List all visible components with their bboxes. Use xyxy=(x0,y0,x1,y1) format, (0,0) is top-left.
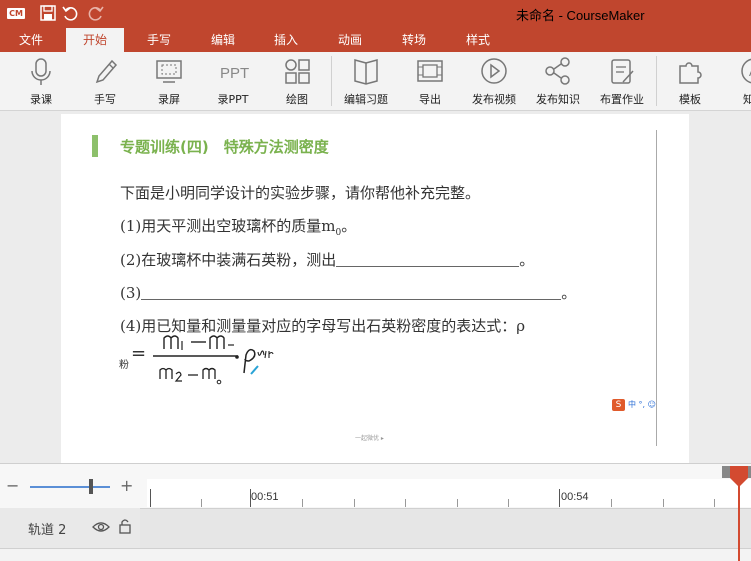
tab-handwrite[interactable]: 手写 xyxy=(133,28,185,52)
assign-homework-button[interactable]: 布置作业 xyxy=(594,52,650,111)
save-icon[interactable] xyxy=(39,4,59,24)
play-circle-icon xyxy=(481,58,507,84)
tab-insert[interactable]: 插入 xyxy=(260,28,312,52)
ruler-tick xyxy=(611,499,612,507)
draw-label: 绘图 xyxy=(286,93,308,106)
record-lesson-button[interactable]: 录课 xyxy=(13,52,69,111)
step-2-end: 。 xyxy=(519,251,535,269)
homework-icon xyxy=(611,59,634,84)
step-3-text: (3) xyxy=(120,284,142,302)
ruler-tick xyxy=(508,499,509,507)
playhead-line xyxy=(738,478,740,561)
time-label: 00:51 xyxy=(251,491,279,503)
menu-bar: 文件 开始 手写 编辑 插入 动画 转场 样式 xyxy=(0,28,751,52)
ruler-tick xyxy=(302,499,303,507)
template-button[interactable]: 模板 xyxy=(662,52,718,111)
redo-icon[interactable] xyxy=(85,4,105,24)
puzzle-icon xyxy=(679,62,702,84)
record-ppt-label: 录PPT xyxy=(217,93,249,106)
app-logo: CM xyxy=(7,8,25,19)
undo-icon[interactable] xyxy=(61,4,81,24)
step-3-end: 。 xyxy=(561,284,577,302)
track-name: 轨道 2 xyxy=(28,523,67,538)
zoom-in-button[interactable]: + xyxy=(120,476,133,495)
time-ruler[interactable] xyxy=(147,479,751,507)
knowledge-label: 知识 xyxy=(743,93,751,106)
shapes-icon xyxy=(285,59,310,84)
step-1: (1)用天平测出空玻璃杯的质量m0。 xyxy=(120,215,356,238)
step-2: (2)在玻璃杯中装满石英粉，测出 。 xyxy=(120,249,534,270)
ruler-tick xyxy=(405,499,406,507)
sogou-icon: S xyxy=(612,399,625,411)
svg-text:PPT: PPT xyxy=(220,65,249,82)
step-3-blank xyxy=(141,285,562,300)
tab-animation[interactable]: 动画 xyxy=(324,28,376,52)
equals-sign: = xyxy=(131,343,147,364)
record-lesson-label: 录课 xyxy=(30,93,52,106)
export-button[interactable]: 导出 xyxy=(402,52,458,111)
book-icon xyxy=(354,59,378,85)
tab-file[interactable]: 文件 xyxy=(5,28,57,52)
tab-transition[interactable]: 转场 xyxy=(388,28,440,52)
ime-status: 中 °, ☺ xyxy=(628,400,656,409)
slide-intro: 下面是小明同学设计的实验步骤，请你帮他补充完整。 xyxy=(120,184,481,202)
ruler-tick xyxy=(457,499,458,507)
microphone-icon xyxy=(31,58,51,85)
time-label: 00:54 xyxy=(561,491,589,503)
ruler-tick xyxy=(663,499,664,507)
ruler-tick xyxy=(559,489,560,507)
zoom-slider-track[interactable] xyxy=(30,486,110,488)
export-film-icon xyxy=(417,60,443,82)
record-screen-label: 录屏 xyxy=(158,93,180,106)
knowledge-icon: A xyxy=(741,58,751,84)
handwritten-formula xyxy=(153,335,274,385)
track-lane-next xyxy=(0,548,751,561)
export-label: 导出 xyxy=(419,93,441,106)
ime-indicator[interactable]: S 中 °, ☺ xyxy=(612,399,660,411)
window-title: 未命名 - CourseMaker xyxy=(516,8,645,23)
tab-start[interactable]: 开始 xyxy=(66,28,124,52)
ruler-tick xyxy=(201,499,202,507)
record-screen-button[interactable]: 录屏 xyxy=(141,52,197,111)
slide-heading: 专题训练(四) 特殊方法测密度 xyxy=(120,138,329,156)
publish-knowledge-button[interactable]: 发布知识 xyxy=(530,52,586,111)
ppt-icon: PPT xyxy=(220,65,249,82)
template-label: 模板 xyxy=(679,93,701,106)
lock-icon[interactable] xyxy=(119,518,131,534)
rho-subscript: 粉 xyxy=(119,360,129,371)
ruler-tick xyxy=(150,489,151,507)
screen-capture-icon xyxy=(156,60,182,83)
share-icon xyxy=(545,57,570,85)
record-ppt-button[interactable]: PPT 录PPT xyxy=(205,52,261,111)
assign-homework-label: 布置作业 xyxy=(600,93,644,106)
step-3: (3) 。 xyxy=(120,282,576,303)
step-2-blank xyxy=(336,252,520,267)
step-2-text: (2)在玻璃杯中装满石英粉，测出 xyxy=(120,251,337,269)
zoom-out-button[interactable]: − xyxy=(6,476,19,495)
zoom-slider-thumb[interactable] xyxy=(89,479,93,494)
draw-button[interactable]: 绘图 xyxy=(269,52,325,111)
slide-watermark: 一起微优 ▸ xyxy=(355,435,384,442)
publish-video-label: 发布视频 xyxy=(472,93,516,106)
publish-video-button[interactable]: 发布视频 xyxy=(466,52,522,111)
knowledge-button[interactable]: A 知识 xyxy=(726,52,751,111)
tab-edit[interactable]: 编辑 xyxy=(197,28,249,52)
edit-exercise-button[interactable]: 编辑习题 xyxy=(338,52,394,111)
tab-style[interactable]: 样式 xyxy=(452,28,504,52)
step-1-end: 。 xyxy=(341,217,357,235)
step-1-text: (1)用天平测出空玻璃杯的质量m xyxy=(120,217,336,235)
heading-accent-bar xyxy=(92,135,98,157)
handwrite-label: 手写 xyxy=(94,93,116,106)
ribbon-toolbar: 录课 手写 录屏 PPT 录PPT 绘图 编辑习题 导出 发布视频 发布知识 布… xyxy=(0,52,751,111)
eye-icon[interactable] xyxy=(92,520,110,534)
pen-icon xyxy=(95,59,118,84)
ruler-tick xyxy=(714,499,715,507)
publish-knowledge-label: 发布知识 xyxy=(536,93,580,106)
handwrite-button[interactable]: 手写 xyxy=(77,52,133,111)
edit-exercise-label: 编辑习题 xyxy=(344,93,388,106)
ruler-tick xyxy=(354,499,355,507)
